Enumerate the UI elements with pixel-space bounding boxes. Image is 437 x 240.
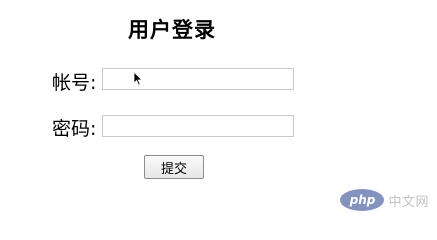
mouse-pointer-icon <box>133 71 143 86</box>
php-logo: php <box>340 189 385 211</box>
page-title: 用户登录 <box>128 18 216 42</box>
submit-button[interactable]: 提交 <box>144 155 204 179</box>
password-label: 密码: <box>52 118 97 140</box>
watermark-site-text: 中文网 <box>388 194 429 210</box>
watermark: php 中文网 <box>340 189 429 211</box>
account-input[interactable] <box>102 68 294 90</box>
account-label: 帐号: <box>52 72 97 94</box>
password-input[interactable] <box>102 115 294 137</box>
